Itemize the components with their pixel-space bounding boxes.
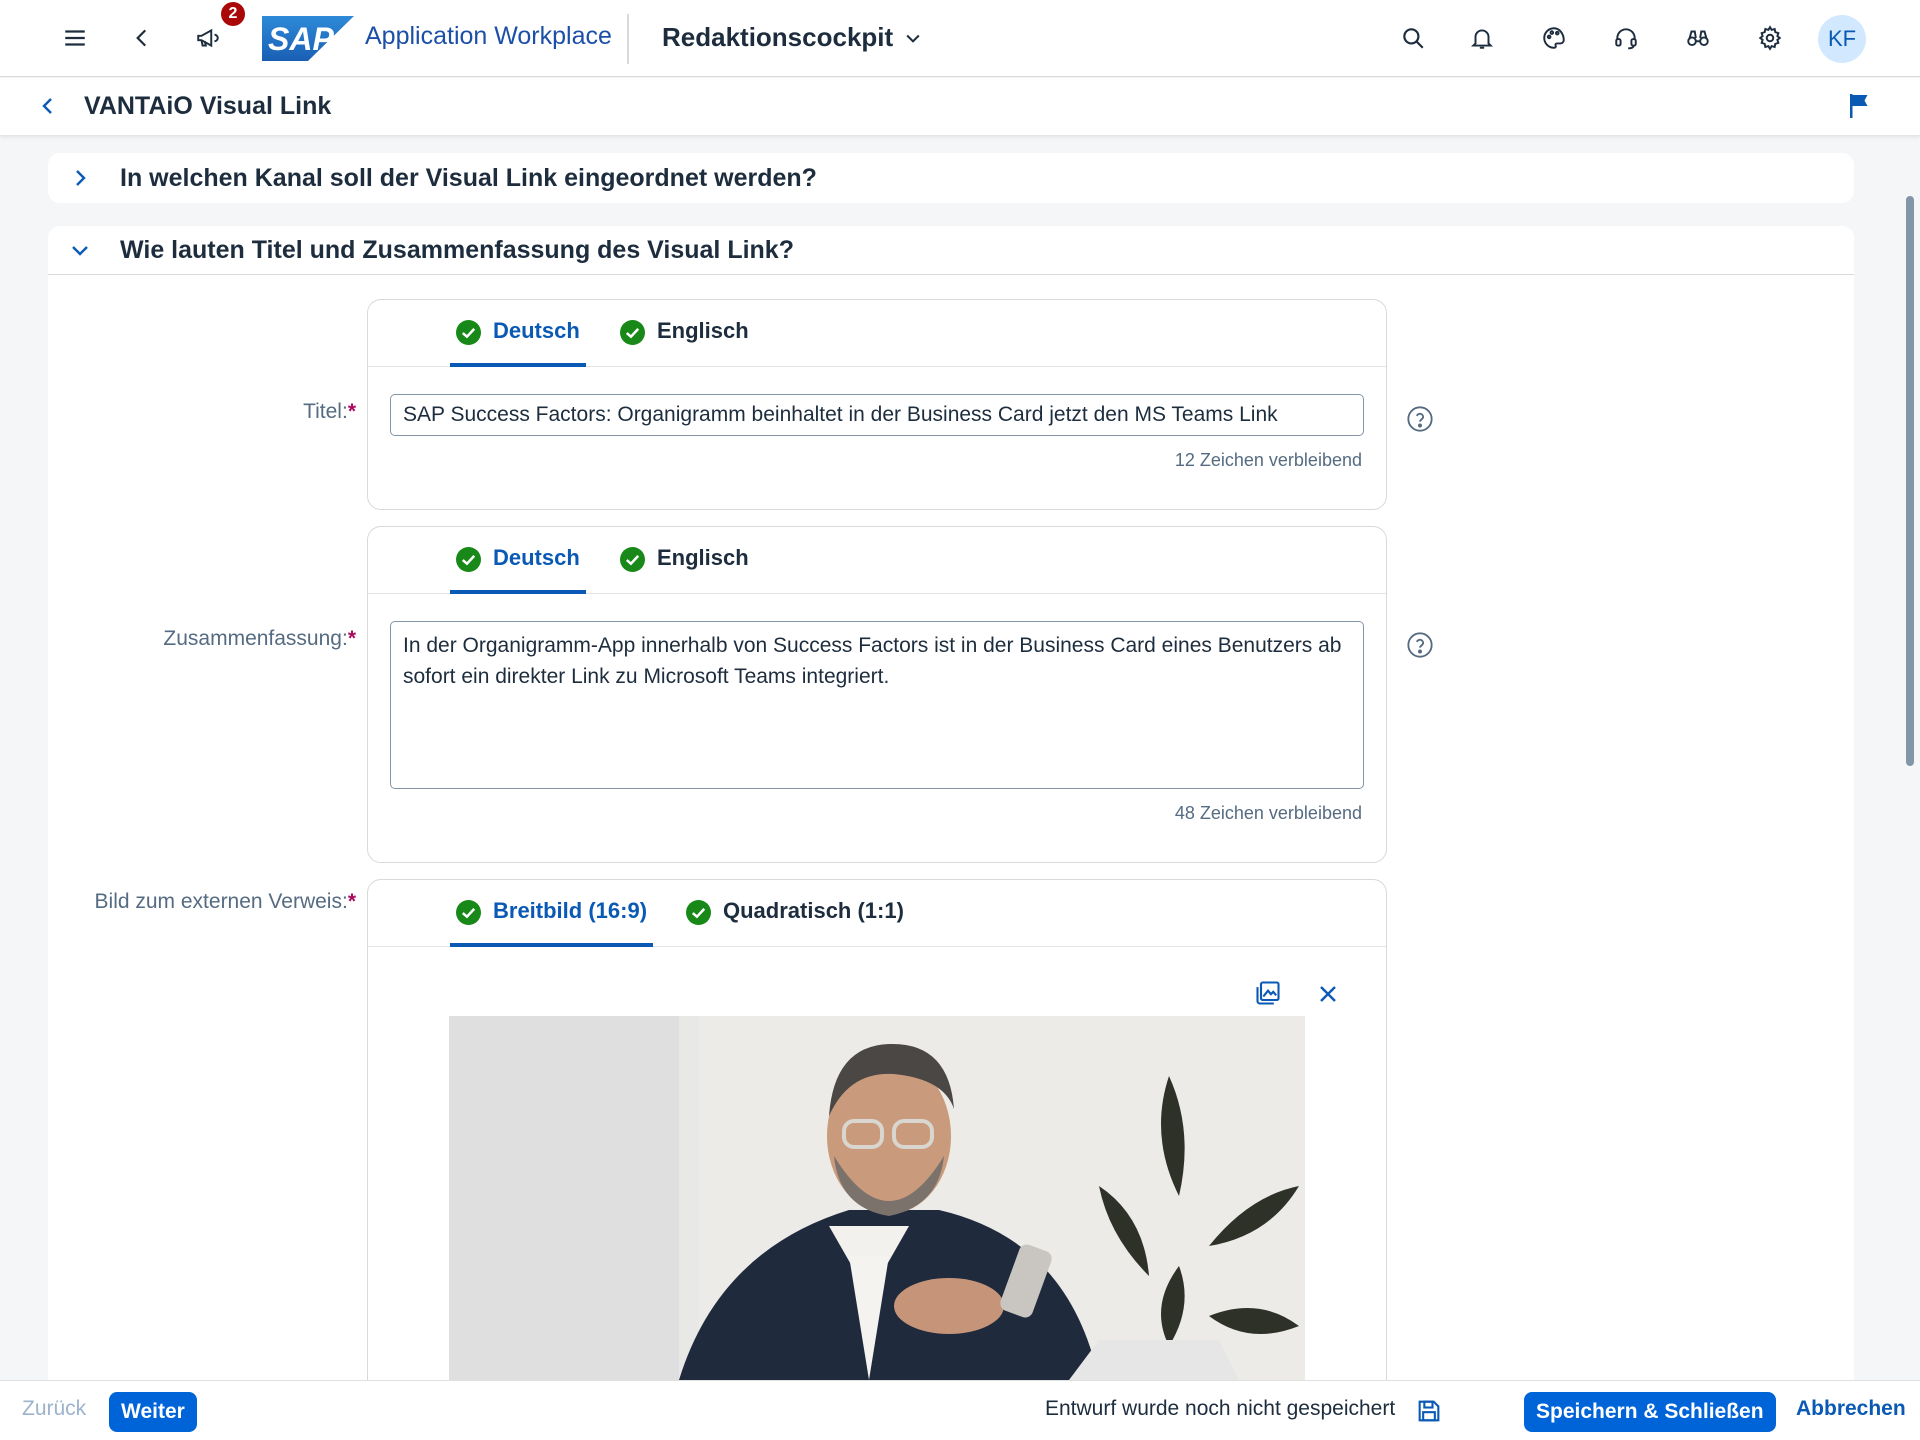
check-circle-icon (456, 900, 481, 925)
app-title[interactable]: Application Workplace (365, 22, 612, 51)
close-icon[interactable] (1316, 982, 1340, 1006)
notification-badge: 2 (221, 2, 245, 26)
help-icon[interactable] (1406, 631, 1434, 659)
announcement-icon[interactable] (186, 16, 230, 60)
check-circle-icon (620, 320, 645, 345)
summary-textarea[interactable]: In der Organigramm-App innerhalb von Suc… (390, 621, 1364, 789)
image-label: Bild zum externen Verweis:* (94, 890, 356, 913)
summary-card: Deutsch Englisch In der Organigramm-App … (367, 526, 1387, 863)
footer-toolbar: Zurück Weiter Entwurf wurde noch nicht g… (0, 1380, 1920, 1440)
tab-label: Deutsch (493, 545, 580, 570)
title-language-tabs: Deutsch Englisch (368, 300, 1386, 367)
section-channel[interactable]: In welchen Kanal soll der Visual Link ei… (48, 153, 1854, 203)
shell-bar: 2 SAP Application Workplace Redaktionsco… (0, 0, 1920, 77)
menu-icon[interactable] (53, 16, 97, 60)
save-icon[interactable] (1415, 1397, 1443, 1425)
avatar[interactable]: KF (1818, 15, 1866, 63)
chevron-down-icon[interactable] (68, 238, 92, 262)
space-selector[interactable]: Redaktionscockpit (662, 22, 923, 53)
flag-icon[interactable] (1846, 92, 1872, 120)
check-circle-icon (620, 547, 645, 572)
save-close-button[interactable]: Speichern & Schließen (1524, 1392, 1776, 1432)
title-card: Deutsch Englisch SAP Success Factors: Or… (367, 299, 1387, 510)
bell-icon[interactable] (1460, 16, 1504, 60)
shell-divider (627, 14, 629, 64)
nav-back-icon[interactable] (36, 94, 60, 118)
next-button[interactable]: Weiter (109, 1392, 197, 1432)
tab-deutsch[interactable]: Deutsch (450, 545, 586, 594)
draft-status: Entwurf wurde noch nicht gespeichert (1045, 1397, 1396, 1420)
tab-englisch[interactable]: Englisch (614, 318, 755, 367)
title-input[interactable]: SAP Success Factors: Organigramm beinhal… (390, 394, 1364, 436)
title-label: Titel:* (303, 400, 356, 423)
required-mark: * (347, 890, 356, 913)
gear-icon[interactable] (1748, 16, 1792, 60)
tab-widescreen[interactable]: Breitbild (16:9) (450, 898, 654, 947)
tab-deutsch[interactable]: Deutsch (450, 318, 586, 367)
palette-icon[interactable] (1532, 16, 1576, 60)
check-circle-icon (686, 900, 711, 925)
tab-englisch[interactable]: Englisch (614, 545, 755, 594)
tab-label: Deutsch (493, 318, 580, 343)
check-circle-icon (456, 320, 481, 345)
required-mark: * (347, 627, 356, 650)
image-change-icon[interactable] (1254, 979, 1282, 1007)
search-icon[interactable] (1391, 16, 1435, 60)
sap-logo[interactable]: SAP (262, 16, 354, 61)
chevron-right-icon[interactable] (68, 166, 92, 190)
page-header: VANTAiO Visual Link (0, 78, 1920, 136)
page-title: VANTAiO Visual Link (84, 92, 332, 120)
required-mark: * (347, 400, 356, 423)
section-title: Wie lauten Titel und Zusammenfassung des… (120, 236, 794, 264)
headset-icon[interactable] (1604, 16, 1648, 60)
summary-label: Zusammenfassung:* (163, 627, 356, 650)
back-icon[interactable] (120, 16, 164, 60)
tab-label: Breitbild (16:9) (493, 898, 648, 923)
summary-language-tabs: Deutsch Englisch (368, 527, 1386, 594)
tab-label: Quadratisch (1:1) (723, 898, 904, 923)
chevron-down-icon (906, 34, 920, 43)
preview-photo-illustration (449, 1016, 1305, 1380)
back-button[interactable]: Zurück (22, 1397, 86, 1421)
tab-label: Englisch (657, 318, 749, 343)
vertical-scrollbar[interactable] (1906, 196, 1914, 766)
preview-image (449, 1016, 1305, 1380)
help-icon[interactable] (1406, 405, 1434, 433)
section-channel-title: In welchen Kanal soll der Visual Link ei… (120, 164, 817, 192)
section-header[interactable]: Wie lauten Titel und Zusammenfassung des… (48, 226, 1854, 275)
space-title: Redaktionscockpit (662, 22, 894, 52)
check-circle-icon (456, 547, 481, 572)
cancel-button[interactable]: Abbrechen (1796, 1397, 1906, 1421)
tab-label: Englisch (657, 545, 749, 570)
binoculars-icon[interactable] (1676, 16, 1720, 60)
title-char-counter: 12 Zeichen verbleibend (1174, 450, 1362, 470)
summary-char-counter: 48 Zeichen verbleibend (1174, 803, 1362, 823)
sap-logo-text: SAP (268, 21, 334, 57)
tab-square[interactable]: Quadratisch (1:1) (680, 898, 910, 947)
image-format-tabs: Breitbild (16:9) Quadratisch (1:1) (368, 880, 1386, 947)
